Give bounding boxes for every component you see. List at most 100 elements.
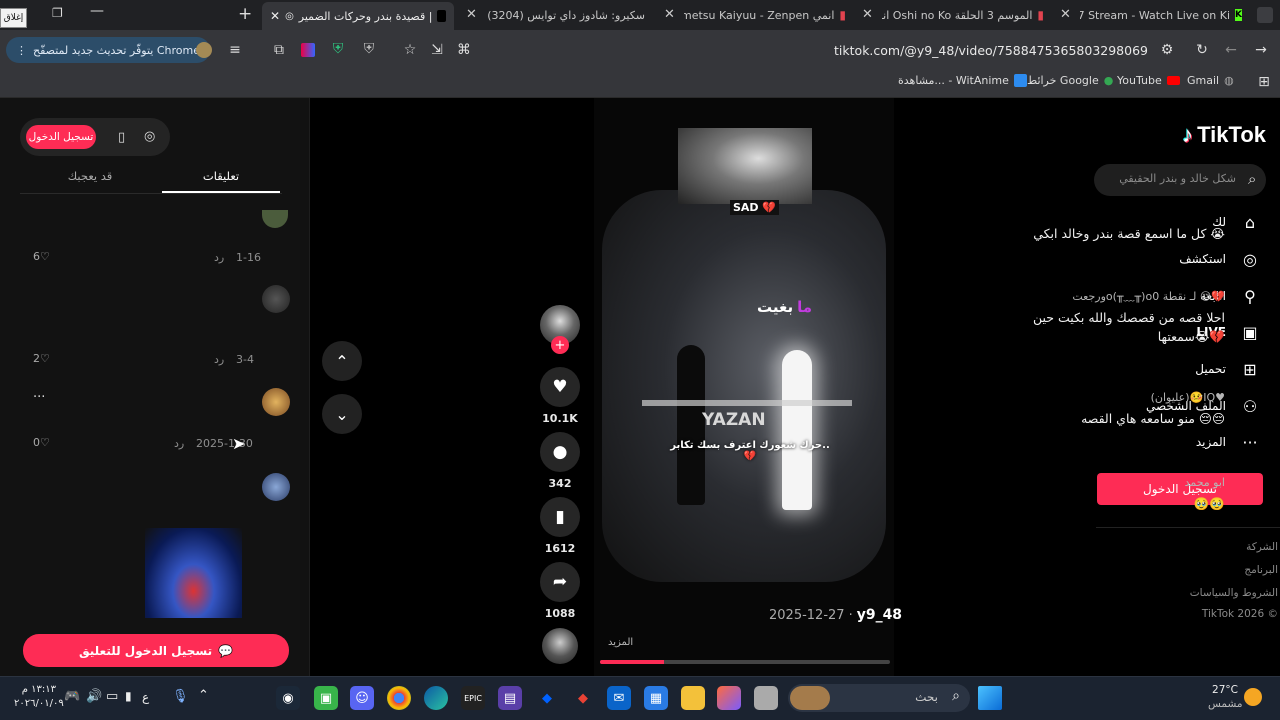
shield-extension-icon[interactable]: ⛨ — [330, 41, 346, 57]
minimize-window-icon[interactable]: — — [90, 3, 104, 19]
comment-username[interactable]: ابو محمد — [1185, 476, 1225, 489]
nav-item-more[interactable]: المزيد ··· — [1196, 432, 1260, 452]
close-label[interactable]: إغلاق — [0, 8, 27, 28]
comment-menu-icon[interactable]: ... — [33, 386, 45, 401]
like-button[interactable]: ♥ — [540, 367, 580, 407]
comment-avatar[interactable] — [262, 388, 290, 416]
install-app-icon[interactable]: ⇲ — [428, 41, 446, 59]
tab-liked[interactable]: قد يعجبك — [20, 169, 160, 183]
close-tab-icon[interactable]: ✕ — [270, 9, 280, 23]
bookmark-maps[interactable]: خرائط Google ● — [1027, 74, 1113, 87]
video-player[interactable]: YAZAN حرك شعورك اعترف بسك تكابر..💔 بغيت … — [602, 190, 886, 582]
tab-search-icon[interactable] — [1257, 7, 1273, 23]
share-button[interactable]: ➦ — [540, 562, 580, 602]
dropbox-icon[interactable]: ◆ — [535, 686, 559, 710]
nav-item-upload[interactable]: تحميل ⊞ — [1195, 359, 1260, 379]
translate-icon[interactable]: ⌘ — [455, 41, 473, 59]
restore-window-icon[interactable]: ❐ — [52, 6, 63, 20]
reply-button[interactable]: رد — [214, 353, 224, 366]
apps-grid-icon[interactable]: ⊞ — [1256, 74, 1272, 90]
windows-start-icon[interactable] — [978, 686, 1002, 710]
tab-3[interactable]: Shimetsu Kaiyuu - Zenpen انمي ▮ — [684, 4, 846, 26]
bookmark-star-icon[interactable]: ☆ — [401, 41, 419, 59]
microphone-icon[interactable]: 🎙 — [172, 689, 189, 704]
extension-colorful-icon[interactable] — [301, 43, 315, 57]
new-tab-button[interactable]: + — [238, 4, 252, 24]
taskbar-search[interactable]: بحث ⌕ — [788, 684, 970, 712]
search-icon[interactable]: ⌕ — [1248, 170, 1256, 188]
extensions-icon[interactable]: ⧉ — [270, 41, 288, 59]
taskbar-clock[interactable]: ١٣:١٣ م ٢٠٢٦/٠١/٠٩ — [14, 683, 64, 711]
footer-company[interactable]: الشركة — [1246, 541, 1278, 553]
discord-icon[interactable]: ☺ — [350, 686, 374, 710]
close-tab-icon[interactable]: ✕ — [664, 7, 675, 22]
video-progress[interactable] — [600, 660, 890, 664]
close-tab-icon[interactable]: ✕ — [1060, 7, 1071, 22]
comment-like[interactable]: 0♡ — [33, 436, 50, 449]
display-icon[interactable]: ▭ — [106, 689, 118, 704]
video-author[interactable]: y9_48 — [857, 607, 902, 623]
epic-games-icon[interactable]: EPIC — [461, 686, 485, 710]
nav-item-explore[interactable]: استكشف ◎ — [1179, 249, 1260, 269]
app-gray-icon[interactable] — [754, 686, 778, 710]
app-red-diamond-icon[interactable]: ◆ — [571, 686, 595, 710]
input-language[interactable]: ع — [142, 690, 149, 704]
comment-login-button[interactable]: تسجيل الدخول للتعليق 💬 — [23, 634, 289, 667]
address-input[interactable]: tiktok.com/@y9_48/video/7588475365803298… — [834, 43, 1148, 58]
search-input[interactable]: ⌕ شكل خالد و بندر الحقيقي — [1094, 164, 1266, 196]
next-video-button[interactable]: ⌄ — [322, 394, 362, 434]
tab-active[interactable]: ✕ ◎ قصيدة بندر وحركات الضمير | — [262, 2, 454, 30]
panel-login-pill[interactable]: تسجيل الدخول — [26, 125, 96, 149]
reply-button[interactable]: رد — [214, 251, 224, 264]
save-button[interactable]: ▮ — [540, 497, 580, 537]
extension-avatar-icon[interactable] — [196, 42, 212, 58]
comment-button[interactable]: ● — [540, 432, 580, 472]
close-tab-icon[interactable]: ✕ — [466, 7, 477, 22]
music-disc-avatar[interactable] — [542, 628, 578, 664]
tab-comments[interactable]: تعليقات — [162, 169, 280, 183]
login-button[interactable]: تسجيل الدخول — [1097, 473, 1263, 505]
app-purple-icon[interactable]: ▤ — [498, 686, 522, 710]
comment-like[interactable]: 2♡ — [33, 352, 50, 365]
bookmark-youtube[interactable]: YouTube — [1117, 74, 1180, 87]
back-icon[interactable]: → — [1252, 41, 1270, 59]
tray-chevron-icon[interactable]: ⌃ — [198, 688, 209, 703]
comment-username[interactable]: ورجعتo(╥﹏╥)oلـ نقطة 0 😔💔 — [1072, 288, 1225, 304]
outlook-icon[interactable]: ✉ — [607, 686, 631, 710]
bookmark-gmail[interactable]: Gmail ◍ — [1187, 74, 1234, 87]
weather-widget[interactable]: 27°C مشمس — [1208, 683, 1242, 711]
comment-avatar[interactable] — [262, 473, 290, 501]
reload-icon[interactable]: ↻ — [1193, 41, 1211, 59]
bookmark-witanime[interactable]: مشاهدة... - WitAnime — [898, 74, 1027, 87]
comment-username[interactable]: (عليوان)🤒IQ♥ — [1151, 391, 1225, 404]
forward-icon[interactable]: ← — [1222, 41, 1240, 59]
edge-icon[interactable] — [424, 686, 448, 710]
volume-icon[interactable]: 🔊 — [86, 689, 102, 704]
site-settings-icon[interactable]: ⚙ — [1158, 41, 1176, 59]
more-link[interactable]: المزيد — [608, 637, 633, 648]
previous-video-button[interactable]: ⌃ — [322, 341, 362, 381]
tab-2[interactable]: (3204) سكيرو: شادوز داي توايس — [488, 4, 650, 26]
tab-5[interactable]: Nxv7 Stream - Watch Live on Ki K — [1080, 4, 1242, 26]
tab-4[interactable]: انمي Oshi no Ko الموسم 3 الحلقة ▮ — [882, 4, 1044, 26]
compass-small-icon[interactable]: ◎ — [144, 129, 155, 144]
app-green-icon[interactable]: ▣ — [314, 686, 338, 710]
footer-terms[interactable]: الشروط والسياسات — [1190, 587, 1278, 599]
follow-plus-icon[interactable]: + — [551, 336, 569, 354]
file-explorer-icon[interactable] — [681, 686, 705, 710]
reply-button[interactable]: رد — [174, 437, 184, 450]
adblock-shield-icon[interactable]: ⛨ — [361, 41, 377, 57]
battery-icon[interactable]: ▮ — [125, 689, 132, 703]
media-controls-icon[interactable]: ≡ — [226, 41, 244, 59]
footer-program[interactable]: البرنامج — [1244, 564, 1278, 576]
copilot-icon[interactable] — [717, 686, 741, 710]
comment-like[interactable]: 6♡ — [33, 250, 50, 263]
phone-icon[interactable]: ▯ — [118, 130, 125, 145]
comment-avatar[interactable] — [262, 285, 290, 313]
gamepad-icon[interactable]: 🎮 — [64, 689, 80, 704]
chrome-icon[interactable] — [387, 686, 411, 710]
close-tab-icon[interactable]: ✕ — [862, 7, 873, 22]
chrome-update-button[interactable]: ⋮ يتوفّر تحديث جديد لمتصفّح Chrome — [6, 37, 210, 63]
store-icon[interactable]: ▦ — [644, 686, 668, 710]
steam-icon[interactable]: ◉ — [276, 686, 300, 710]
